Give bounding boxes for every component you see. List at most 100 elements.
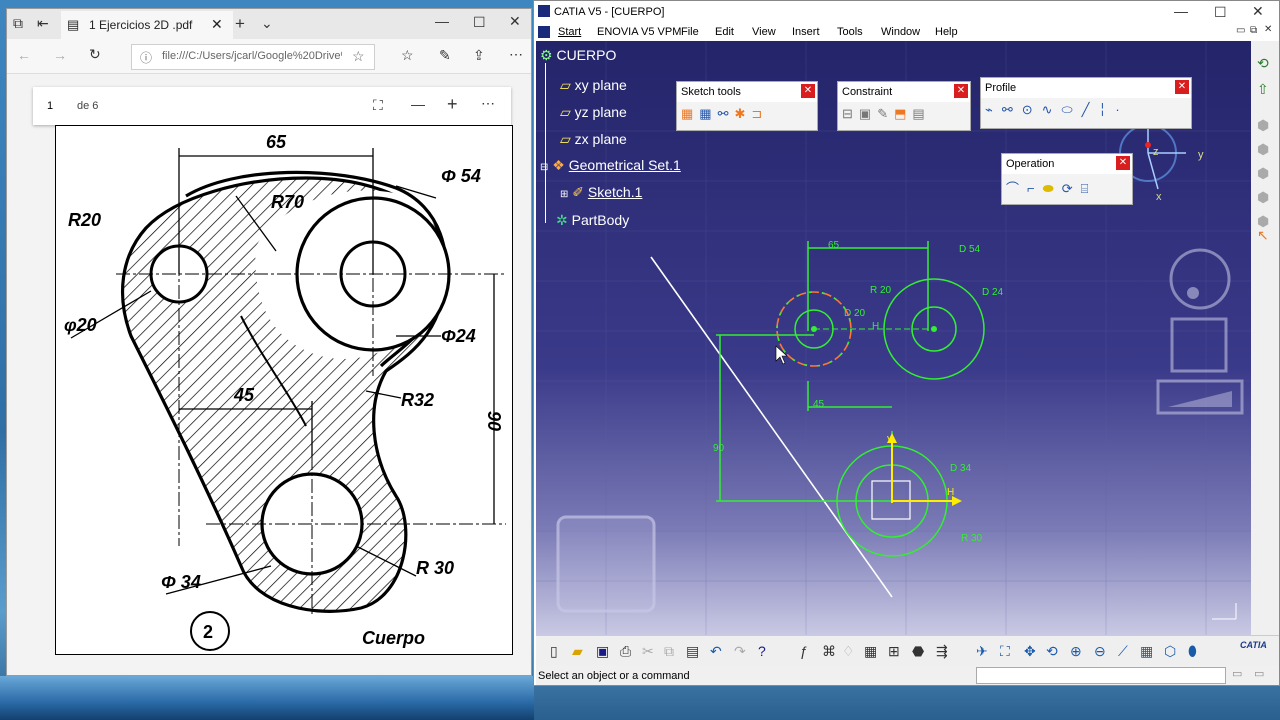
tree-partbody[interactable]: ✲ PartBody xyxy=(556,212,629,229)
browser-tab[interactable]: ▤ 1 Ejercicios 2D .pdf ✕ xyxy=(61,11,233,39)
auto-constraint-icon[interactable]: ⬒ xyxy=(894,106,912,121)
close-tab-icon[interactable]: ✕ xyxy=(211,16,223,33)
project-3d-icon[interactable]: ⌸ xyxy=(1081,181,1097,196)
sketch-dim-d54[interactable]: D 54 xyxy=(959,244,981,255)
expand-icon[interactable]: ⊞ xyxy=(560,189,568,200)
redo-icon[interactable]: ↷ xyxy=(734,643,746,660)
zoom-out-view-icon[interactable]: ⊖ xyxy=(1094,643,1106,660)
sketch-tools-close-icon[interactable]: ✕ xyxy=(801,84,815,98)
doc-restore-icon[interactable]: ⧉ xyxy=(1250,25,1257,36)
corner-icon[interactable]: ⌒ xyxy=(1006,181,1027,196)
catia-maximize-icon[interactable]: ☐ xyxy=(1214,4,1227,21)
close-window-icon[interactable]: ✕ xyxy=(509,13,521,30)
tree-xy-plane[interactable]: ▱ xy plane xyxy=(560,77,627,94)
circle-icon[interactable]: ⊙ xyxy=(1022,102,1042,117)
tab-actions-icon[interactable]: ⧉ xyxy=(13,15,23,32)
tool-icon-2[interactable]: ⬢ xyxy=(1257,141,1269,158)
fly-mode-icon[interactable]: ✈ xyxy=(976,643,988,660)
catia-close-icon[interactable]: ✕ xyxy=(1252,3,1264,20)
refresh-icon[interactable]: ↻ xyxy=(89,46,101,63)
doc-close-icon[interactable]: ✕ xyxy=(1264,24,1272,35)
construction-icon[interactable]: ⚯ xyxy=(718,106,735,121)
snap-point-icon[interactable]: ▦ xyxy=(699,106,717,121)
sketch-icon[interactable]: ⇧ xyxy=(1257,81,1269,98)
rectangle-icon[interactable]: ⚯ xyxy=(1002,102,1022,117)
render-style-icon[interactable]: ⬮ xyxy=(1188,643,1197,660)
zoom-in-icon[interactable]: + xyxy=(447,94,458,115)
favorite-star-icon[interactable]: ☆ xyxy=(352,48,365,65)
menu-file[interactable]: File xyxy=(681,26,699,38)
more-icon[interactable]: ⋯ xyxy=(509,46,523,63)
help-icon[interactable]: ? xyxy=(758,643,766,659)
light-icon[interactable]: ♢ xyxy=(842,643,855,660)
print-icon[interactable]: ⎙ xyxy=(620,643,631,660)
zoom-out-icon[interactable]: — xyxy=(411,96,425,112)
address-bar[interactable]: ⓘ file:///C:/Users/jcarl/Google%20Drive%… xyxy=(131,44,375,70)
tool-icon-1[interactable]: ⬢ xyxy=(1257,117,1269,134)
split-icon[interactable]: ⇶ xyxy=(936,643,948,660)
operation-icons[interactable]: ⌒⌐⬬⟳⌸ xyxy=(1006,178,1096,197)
operation-close-icon[interactable]: ✕ xyxy=(1116,156,1130,170)
dimensional-constraint-icon[interactable]: ⊐ xyxy=(751,106,768,121)
constraint-dialog-icon[interactable]: ⊟ xyxy=(842,106,859,121)
new-tab-icon[interactable]: + xyxy=(235,14,245,34)
trim-icon[interactable]: ⬬ xyxy=(1043,181,1062,196)
tool-icon-6[interactable]: ↖ xyxy=(1257,227,1269,244)
tool-icon-3[interactable]: ⬢ xyxy=(1257,165,1269,182)
undo-icon[interactable]: ↶ xyxy=(710,643,722,660)
sketch-dim-90[interactable]: 90 xyxy=(713,443,725,454)
knowledge-icon[interactable]: ⌘ xyxy=(822,643,836,660)
normal-view-icon[interactable]: ⟋ xyxy=(1118,643,1128,660)
chamfer-icon[interactable]: ⌐ xyxy=(1027,181,1043,196)
pdf-more-icon[interactable]: ⋯ xyxy=(481,95,495,112)
tree-zx-plane[interactable]: ▱ zx plane xyxy=(560,131,627,148)
tree-geometrical-set[interactable]: ⊟ ❖ Geometrical Set.1 xyxy=(540,157,681,174)
pan-icon[interactable]: ✥ xyxy=(1024,643,1036,660)
doc-min-icon[interactable]: ▭ xyxy=(1236,25,1245,36)
3d-viewport[interactable]: 65 D 54 R 20 D 20 D 24 45 90 D 34 R 30 H… xyxy=(536,41,1251,635)
sketch-dim-d34[interactable]: D 34 xyxy=(950,463,972,474)
catalog-icon[interactable]: ⊞ xyxy=(888,643,900,660)
geometric-constraint-icon[interactable]: ✱ xyxy=(735,106,752,121)
sketch-dim-r30[interactable]: R 30 xyxy=(961,533,983,544)
forward-icon[interactable]: → xyxy=(53,47,67,63)
collapse-icon[interactable]: ⊟ xyxy=(540,162,548,173)
spline-icon[interactable]: ∿ xyxy=(1042,102,1062,117)
table-icon[interactable]: ▦ xyxy=(864,643,877,660)
catia-minimize-icon[interactable]: — xyxy=(1174,3,1188,19)
zoom-in-view-icon[interactable]: ⊕ xyxy=(1070,643,1082,660)
status-icon-2[interactable]: ▭ xyxy=(1254,667,1264,680)
new-file-icon[interactable]: ▯ xyxy=(550,643,558,660)
rotate-icon[interactable]: ⟲ xyxy=(1046,643,1058,660)
tree-yz-plane[interactable]: ▱ yz plane xyxy=(560,104,627,121)
sketch-dim-45[interactable]: 45 xyxy=(813,399,825,410)
tool-icon-4[interactable]: ⬢ xyxy=(1257,189,1269,206)
constraint-icon[interactable]: ▣ xyxy=(859,106,877,121)
copy-icon[interactable]: ⧉ xyxy=(664,643,674,660)
fit-page-icon[interactable]: ⛶ xyxy=(373,97,383,114)
tab-list-chevron-icon[interactable]: ⌄ xyxy=(261,15,273,32)
sketch-dim-d24[interactable]: D 24 xyxy=(982,287,1004,298)
animate-constraint-icon[interactable]: ▤ xyxy=(912,106,930,121)
menu-window[interactable]: Window xyxy=(881,26,920,38)
menu-insert[interactable]: Insert xyxy=(792,26,820,38)
paste-icon[interactable]: ▤ xyxy=(686,643,699,660)
minimize-icon[interactable]: — xyxy=(435,13,449,29)
constraint-icons[interactable]: ⊟▣✎⬒▤ xyxy=(842,106,931,122)
fit-all-icon[interactable]: ⛶ xyxy=(1000,643,1010,660)
open-file-icon[interactable]: ▰ xyxy=(572,643,583,660)
iso-view-icon[interactable]: ⬡ xyxy=(1164,643,1176,660)
sketch-dim-r20[interactable]: R 20 xyxy=(870,285,892,296)
axis-icon[interactable]: ╎ xyxy=(1098,102,1115,117)
ellipse-icon[interactable]: ⬭ xyxy=(1062,102,1082,117)
formula-icon[interactable]: ƒ xyxy=(800,643,808,659)
exit-workbench-icon[interactable]: ⟲ xyxy=(1257,55,1269,72)
back-icon[interactable]: ← xyxy=(17,47,31,63)
constraint-close-icon[interactable]: ✕ xyxy=(954,84,968,98)
notes-pen-icon[interactable]: ✎ xyxy=(439,47,451,64)
grid-icon[interactable]: ▦ xyxy=(681,106,699,121)
profile-close-icon[interactable]: ✕ xyxy=(1175,80,1189,94)
menu-view[interactable]: View xyxy=(752,26,776,38)
fix-together-icon[interactable]: ✎ xyxy=(877,106,894,121)
tree-root[interactable]: ⚙ CUERPO xyxy=(540,47,616,64)
